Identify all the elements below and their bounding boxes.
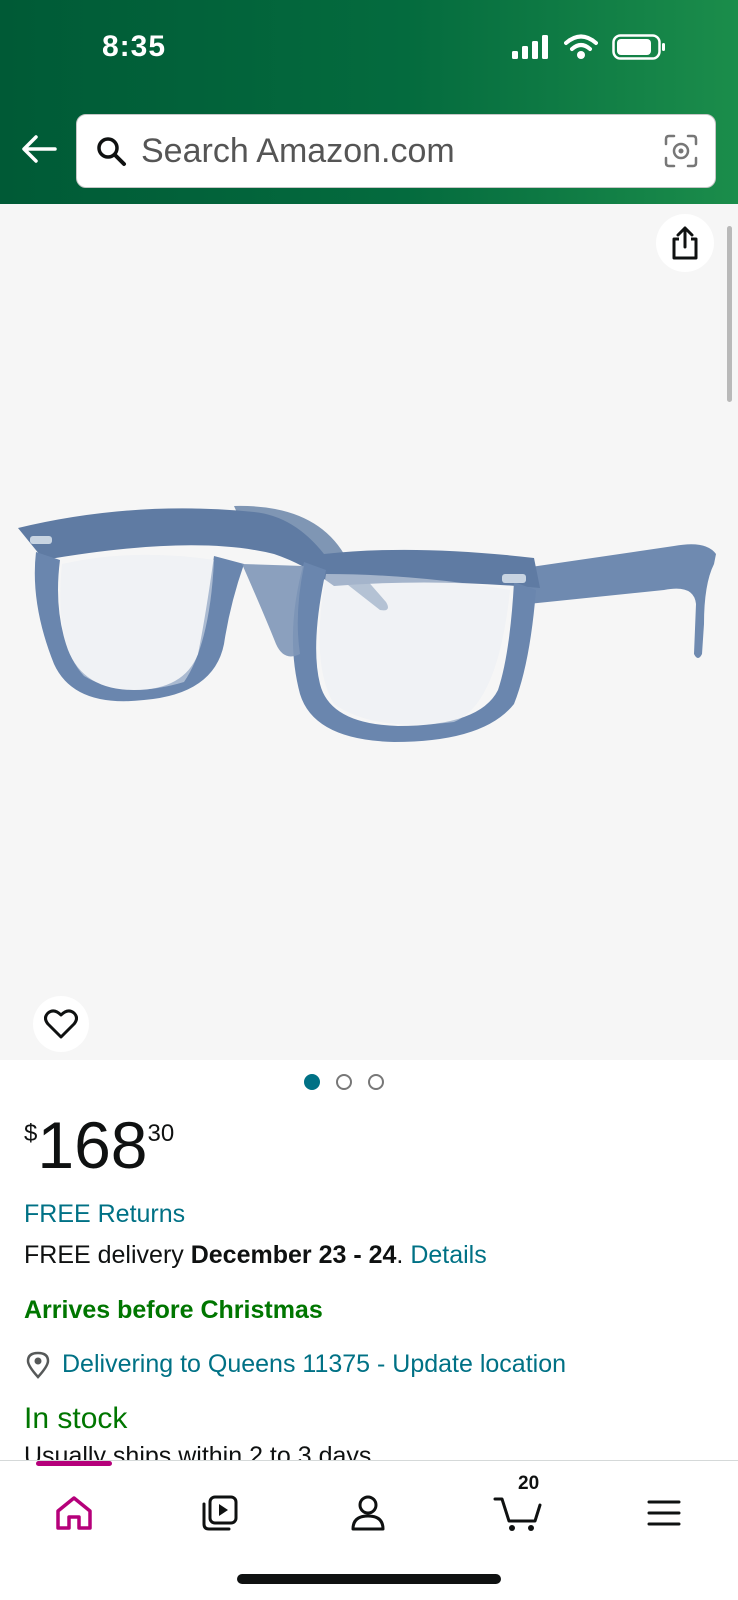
nav-cart[interactable]: 20: [488, 1473, 548, 1543]
delivery-dates: December 23 - 24: [190, 1241, 397, 1269]
gallery-dot-1[interactable]: [304, 1074, 320, 1090]
back-button[interactable]: [18, 128, 60, 170]
gallery-pagination: [0, 1074, 738, 1090]
eyeglasses-product-image: [18, 505, 716, 742]
heart-icon: [44, 1009, 78, 1039]
price-whole: 168: [37, 1108, 148, 1182]
back-arrow-icon: [22, 135, 57, 163]
product-price: $ 168 30: [24, 1110, 174, 1180]
delivery-prefix: FREE delivery: [24, 1241, 191, 1269]
header: 8:35: [0, 0, 738, 204]
delivery-info: FREE delivery December 23 - 24. Details: [24, 1241, 487, 1270]
price-currency-symbol: $: [24, 1120, 38, 1147]
battery-icon: [612, 34, 665, 60]
cart-count-badge: 20: [518, 1473, 540, 1494]
home-indicator-bar: [237, 1574, 501, 1584]
product-image-gallery[interactable]: [0, 204, 738, 1060]
price-fraction: 30: [147, 1120, 175, 1147]
camera-lens-icon[interactable]: [661, 131, 701, 171]
active-tab-indicator: [36, 1461, 112, 1466]
nav-video[interactable]: [190, 1483, 250, 1543]
search-bar[interactable]: [76, 114, 716, 188]
cart-icon: [493, 1497, 542, 1531]
update-location-link[interactable]: Delivering to Queens 11375 - Update loca…: [62, 1350, 566, 1379]
delivery-period: .: [396, 1241, 404, 1269]
wifi-icon: [564, 34, 598, 59]
hamburger-menu-icon: [647, 1500, 681, 1526]
nav-home[interactable]: [44, 1483, 104, 1543]
image-scrollbar[interactable]: [727, 226, 732, 402]
delivery-location[interactable]: Delivering to Queens 11375 - Update loca…: [24, 1350, 566, 1379]
free-returns-link[interactable]: FREE Returns: [24, 1200, 185, 1229]
share-button[interactable]: [656, 214, 714, 272]
home-icon: [56, 1496, 92, 1530]
stock-status: In stock: [24, 1402, 128, 1435]
search-input[interactable]: [141, 131, 661, 171]
gallery-dot-3[interactable]: [368, 1074, 384, 1090]
search-icon: [93, 133, 129, 169]
location-pin-icon: [26, 1351, 50, 1379]
nav-menu[interactable]: [634, 1483, 694, 1543]
gallery-dot-2[interactable]: [336, 1074, 352, 1090]
nav-account[interactable]: [338, 1483, 398, 1543]
video-play-icon: [202, 1495, 238, 1531]
account-icon: [351, 1495, 385, 1531]
signal-icon: [512, 35, 548, 59]
wishlist-button[interactable]: [33, 996, 89, 1052]
status-time: 8:35: [102, 30, 167, 63]
share-icon: [672, 226, 698, 260]
arrives-before-christmas: Arrives before Christmas: [24, 1296, 323, 1324]
status-icons: [512, 34, 666, 60]
delivery-details-link[interactable]: Details: [410, 1241, 486, 1269]
